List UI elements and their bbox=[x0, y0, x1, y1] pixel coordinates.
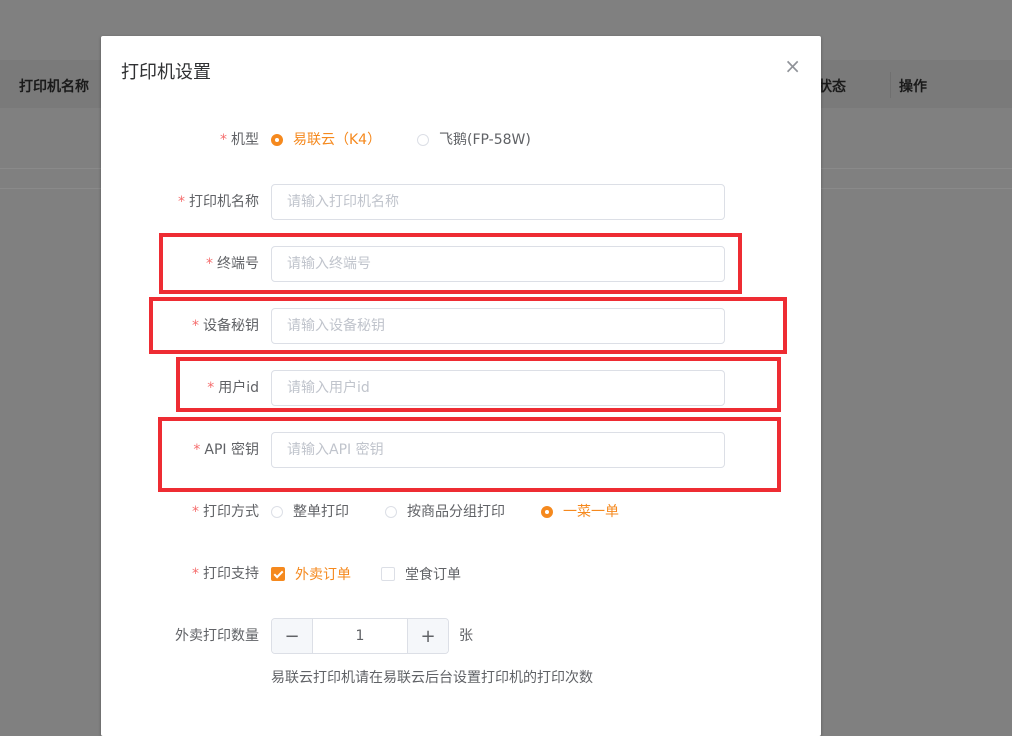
radio-icon bbox=[417, 134, 429, 146]
checkbox-icon bbox=[271, 567, 285, 581]
model-radio-feie[interactable]: 飞鹅(FP-58W) bbox=[417, 122, 531, 158]
quantity-stepper: − 1 + bbox=[271, 618, 449, 654]
printer-name-row: * 打印机名称 bbox=[101, 184, 821, 220]
dialog-title: 打印机设置 bbox=[121, 62, 211, 83]
print-mode-radio-per-dish[interactable]: 一菜一单 bbox=[541, 494, 619, 530]
radio-icon bbox=[541, 506, 553, 518]
takeout-order-checkbox[interactable]: 外卖订单 bbox=[271, 556, 351, 592]
highlight-box-user-id bbox=[176, 357, 781, 412]
model-radio-yilianyun[interactable]: 易联云（K4） bbox=[271, 122, 381, 158]
column-actions: 操作 bbox=[899, 79, 927, 95]
highlight-box-device-key bbox=[149, 297, 787, 354]
checkbox-icon bbox=[381, 567, 395, 581]
takeout-copies-row: 外卖打印数量 − 1 + 张 bbox=[101, 618, 821, 654]
highlight-box-terminal-no bbox=[159, 233, 742, 294]
print-mode-label: * 打印方式 bbox=[192, 504, 259, 520]
model-row: * 机型 易联云（K4） 飞鹅(FP-58W) bbox=[101, 122, 821, 158]
print-mode-radio-whole[interactable]: 整单打印 bbox=[271, 494, 349, 530]
dinein-order-checkbox[interactable]: 堂食订单 bbox=[381, 556, 461, 592]
column-separator bbox=[890, 72, 891, 98]
print-support-label: * 打印支持 bbox=[192, 566, 259, 582]
print-mode-radio-grouped[interactable]: 按商品分组打印 bbox=[385, 494, 505, 530]
plus-icon[interactable]: + bbox=[407, 619, 448, 653]
copies-hint: 易联云打印机请在易联云后台设置打印机的打印次数 bbox=[271, 670, 593, 686]
radio-icon bbox=[271, 506, 283, 518]
printer-name-label: * 打印机名称 bbox=[178, 194, 259, 210]
minus-icon[interactable]: − bbox=[272, 619, 313, 653]
radio-icon bbox=[271, 134, 283, 146]
column-printer-name: 打印机名称 bbox=[19, 79, 89, 95]
quantity-value[interactable]: 1 bbox=[313, 619, 407, 653]
takeout-copies-label: 外卖打印数量 bbox=[175, 628, 259, 644]
printer-name-input[interactable] bbox=[271, 184, 725, 220]
radio-icon bbox=[385, 506, 397, 518]
close-icon[interactable]: × bbox=[784, 56, 801, 76]
print-support-row: * 打印支持 外卖订单 堂食订单 bbox=[101, 556, 821, 592]
column-status: 状态 bbox=[818, 79, 846, 95]
print-mode-row: * 打印方式 整单打印 按商品分组打印 一菜一单 bbox=[101, 494, 821, 530]
highlight-box-api-key bbox=[158, 417, 781, 492]
model-label: * 机型 bbox=[220, 132, 259, 148]
quantity-unit: 张 bbox=[459, 628, 473, 644]
